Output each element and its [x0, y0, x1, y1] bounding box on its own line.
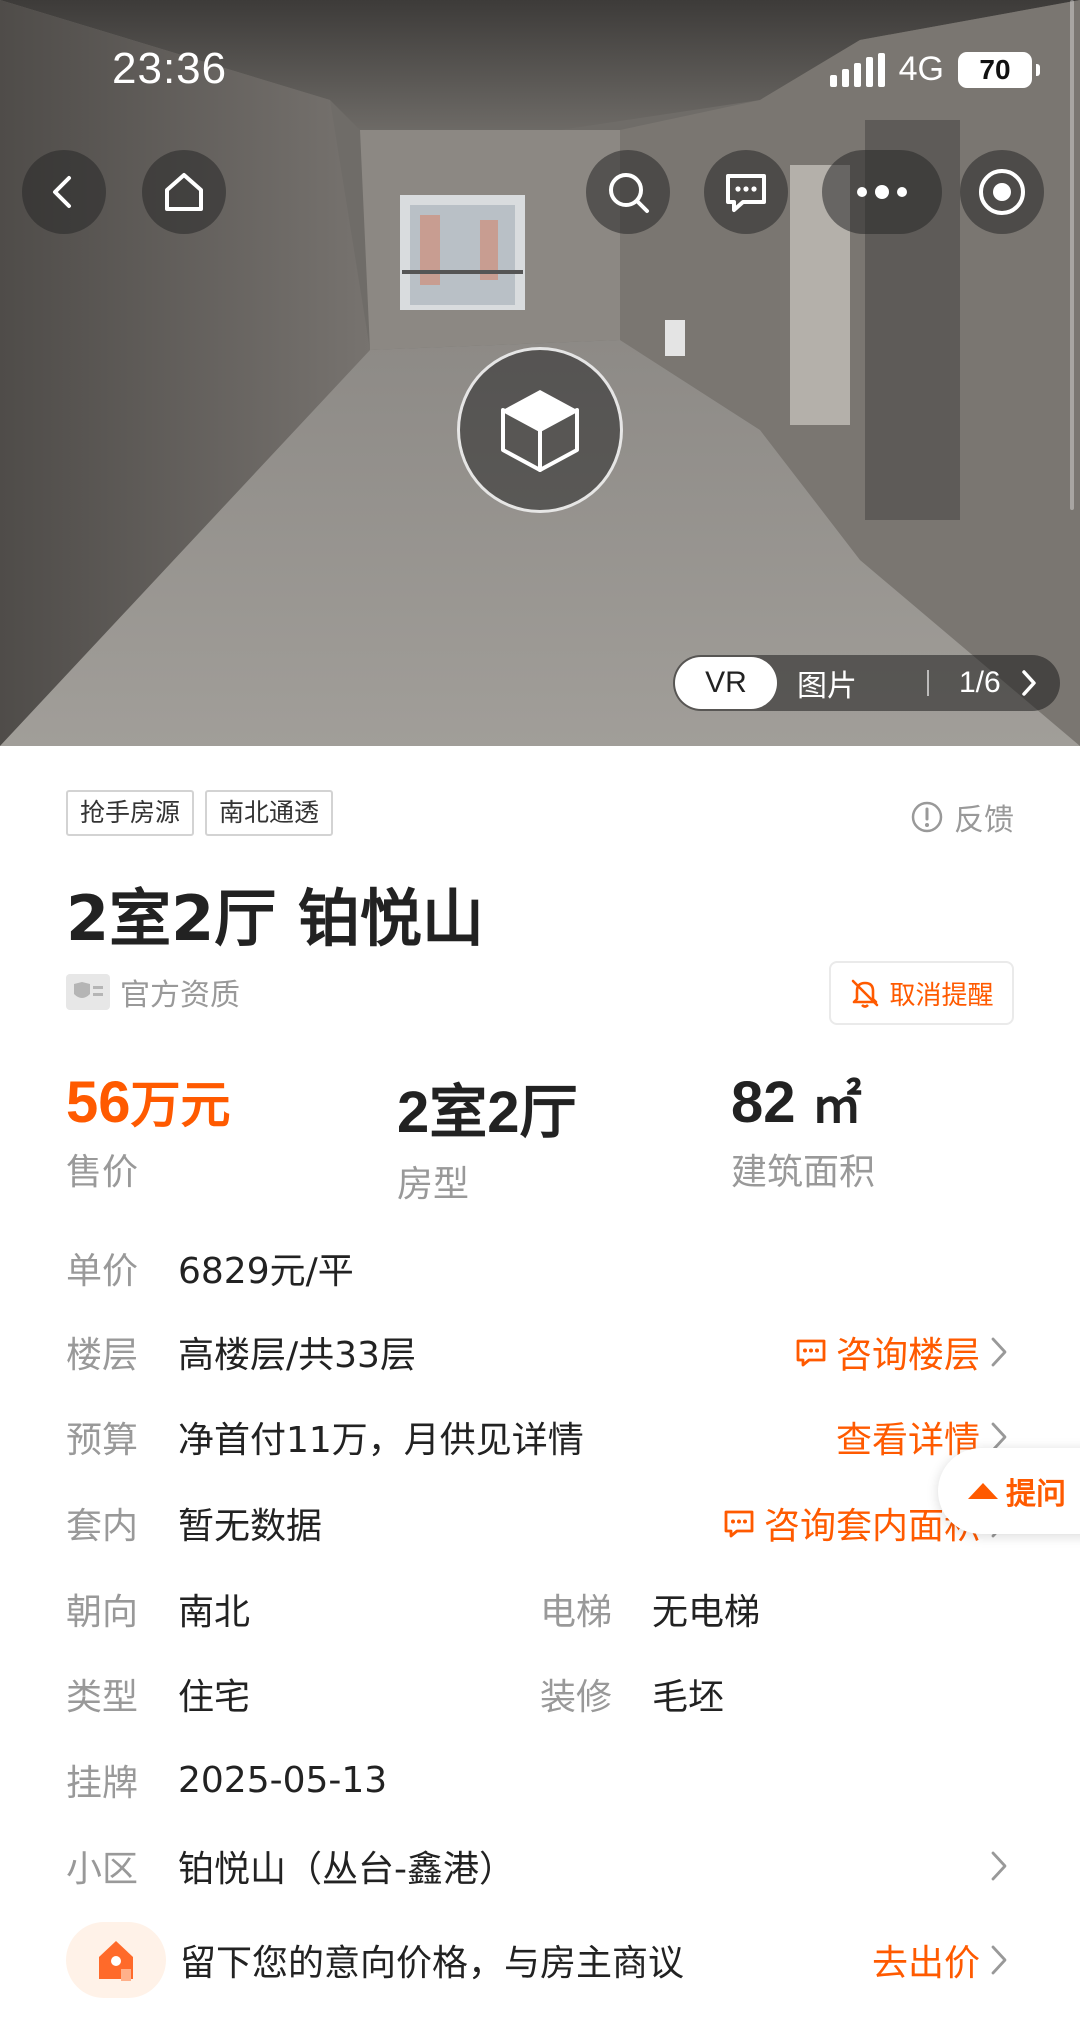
listed-key: 挂牌	[66, 1763, 139, 1804]
photo-counter[interactable]: 1/6	[959, 666, 1001, 700]
listed-value: 2025-05-13	[178, 1759, 388, 1801]
battery-level: 70	[979, 53, 1011, 85]
consult-floor-link[interactable]: 咨询楼层	[794, 1327, 1010, 1377]
stat-area: 82 ㎡ 建筑面积	[731, 1065, 875, 1195]
elevator-key: 电梯	[540, 1592, 613, 1633]
target-button[interactable]	[960, 150, 1044, 234]
offer-text: 留下您的意向价格，与房主商议	[180, 1943, 685, 1984]
layout-value: 2室2厅	[397, 1080, 578, 1145]
elevator-value: 无电梯	[652, 1592, 761, 1633]
chat-icon	[796, 1339, 826, 1367]
type-value: 住宅	[178, 1677, 251, 1718]
inner-area-key: 套内	[66, 1506, 139, 1547]
decoration-key: 装修	[540, 1677, 613, 1718]
row-budget: 预算 净首付11万，月供见详情	[66, 1412, 584, 1462]
vr-view-button[interactable]	[457, 347, 623, 513]
inner-area-value: 暂无数据	[178, 1506, 323, 1547]
network-type: 4G	[898, 50, 944, 88]
price-unit: 万元	[130, 1077, 231, 1133]
budget-value: 净首付11万，月供见详情	[178, 1420, 584, 1461]
row-unit-price: 单价 6829元/平	[66, 1243, 354, 1293]
chevron-right-icon	[991, 1851, 1007, 1881]
cube-3d-icon	[501, 390, 579, 472]
chevron-left-icon	[53, 176, 71, 208]
tag-list: 抢手房源 南北通透	[66, 790, 334, 836]
price-value: 56	[66, 1070, 131, 1135]
more-dots-icon	[857, 185, 907, 199]
stat-price: 56万元 售价	[66, 1065, 231, 1195]
cancel-reminder-label: 取消提醒	[889, 980, 994, 1011]
budget-key: 预算	[66, 1420, 139, 1461]
row-decoration: 装修 毛坯	[540, 1669, 724, 1719]
chevron-right-icon	[991, 1945, 1007, 1975]
divider	[927, 670, 929, 696]
bell-off-icon	[852, 979, 879, 1008]
row-orientation: 朝向 南北	[66, 1584, 250, 1634]
make-offer-label: 去出价	[871, 1943, 980, 1984]
tab-vr[interactable]: VR	[675, 657, 777, 709]
back-button[interactable]	[22, 150, 106, 234]
feedback-button[interactable]: 反馈	[910, 795, 1014, 839]
unit-price-key: 单价	[66, 1251, 139, 1292]
message-button[interactable]	[704, 150, 788, 234]
ask-question-button[interactable]: 提问	[938, 1448, 1080, 1534]
chevron-right-icon[interactable]	[1019, 668, 1039, 698]
info-circle-icon	[911, 801, 943, 833]
offer-banner[interactable]: 留下您的意向价格，与房主商议 去出价	[66, 1922, 1014, 1998]
search-button[interactable]	[586, 150, 670, 234]
community-chevron[interactable]	[988, 1841, 1010, 1891]
row-inner-area: 套内 暂无数据	[66, 1498, 322, 1548]
orientation-value: 南北	[178, 1592, 251, 1633]
price-label: 售价	[66, 1152, 139, 1193]
area-label: 建筑面积	[731, 1152, 876, 1193]
signal-icon	[829, 52, 885, 87]
floor-value: 高楼层/共33层	[178, 1335, 416, 1376]
consult-floor-label: 咨询楼层	[835, 1335, 980, 1376]
decoration-value: 毛坯	[652, 1677, 725, 1718]
type-key: 类型	[66, 1677, 139, 1718]
feedback-label: 反馈	[954, 803, 1014, 838]
area-unit: ㎡	[811, 1077, 862, 1133]
media-switcher: VR 图片 1/6	[673, 655, 1060, 711]
battery-icon: 70	[958, 51, 1040, 88]
message-icon	[726, 174, 766, 212]
status-indicators: 4G 70	[829, 50, 1040, 89]
tab-photos[interactable]: 图片	[797, 661, 857, 705]
search-icon	[609, 173, 649, 213]
row-community[interactable]: 小区 铂悦山（丛台-鑫港）	[66, 1841, 1014, 1891]
stat-layout: 2室2厅 房型	[397, 1065, 578, 1207]
orientation-key: 朝向	[66, 1592, 139, 1633]
ask-label: 提问	[1006, 1477, 1066, 1512]
community-value: 铂悦山（丛台-鑫港）	[178, 1849, 515, 1890]
home-icon	[165, 173, 203, 211]
tag-hot-listing: 抢手房源	[66, 790, 195, 836]
row-listed-date: 挂牌 2025-05-13	[66, 1755, 387, 1805]
row-elevator: 电梯 无电梯	[540, 1584, 760, 1634]
target-icon	[979, 169, 1025, 215]
community-key: 小区	[66, 1849, 139, 1890]
listing-title: 2室2厅 铂悦山	[66, 882, 484, 955]
row-type: 类型 住宅	[66, 1669, 250, 1719]
hero-photo[interactable]: 23:36 4G 70 VR 图片 1/6	[0, 0, 1080, 746]
home-button[interactable]	[142, 150, 226, 234]
official-label: 官方资质	[120, 978, 240, 1013]
chat-icon	[724, 1510, 754, 1538]
price-tag-icon	[66, 1922, 166, 1998]
arrow-up-icon	[968, 1483, 998, 1499]
cancel-reminder-button[interactable]: 取消提醒	[829, 961, 1014, 1025]
row-floor: 楼层 高楼层/共33层	[66, 1327, 416, 1377]
more-button[interactable]	[822, 150, 942, 234]
make-offer-button[interactable]: 去出价	[872, 1934, 1010, 1986]
layout-label: 房型	[397, 1164, 470, 1205]
area-value: 82	[731, 1070, 796, 1135]
scroll-indicator	[1070, 0, 1074, 510]
official-certification[interactable]: 官方资质	[66, 970, 240, 1014]
unit-price-value: 6829元/平	[178, 1251, 354, 1292]
tag-north-south: 南北通透	[205, 790, 334, 836]
chevron-right-icon	[991, 1337, 1007, 1367]
floor-key: 楼层	[66, 1335, 139, 1376]
id-card-icon	[66, 974, 110, 1010]
status-time: 23:36	[112, 44, 228, 93]
